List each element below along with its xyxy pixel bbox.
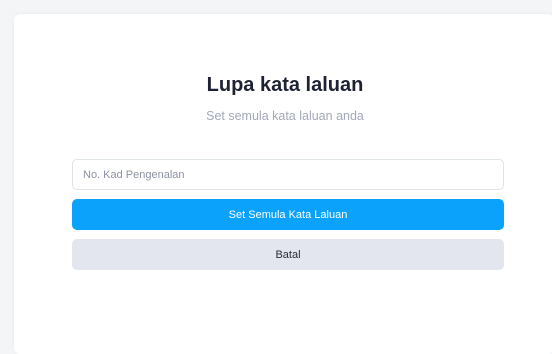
- ic-number-field[interactable]: [72, 159, 504, 190]
- page-title: Lupa kata laluan: [206, 74, 364, 96]
- reset-password-button[interactable]: Set Semula Kata Laluan: [72, 199, 504, 230]
- cancel-button[interactable]: Batal: [72, 239, 504, 270]
- page-subtitle: Set semula kata laluan anda: [206, 109, 364, 123]
